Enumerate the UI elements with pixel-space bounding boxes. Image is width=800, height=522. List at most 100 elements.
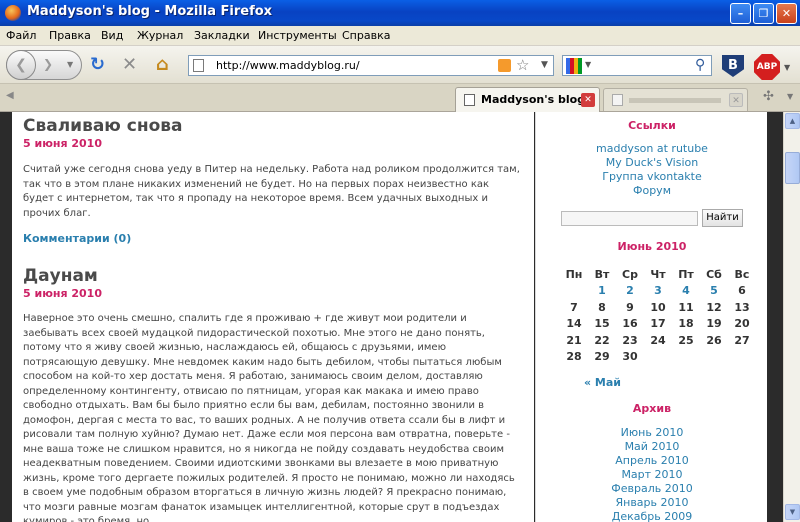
archive-link[interactable]: Февраль 2010 — [536, 482, 767, 496]
adblock-dropdown-icon[interactable]: ▼ — [784, 63, 790, 72]
calendar-day: 29 — [594, 350, 610, 363]
menu-tools[interactable]: Инструменты — [258, 29, 337, 42]
calendar-day: 28 — [566, 350, 582, 363]
prev-month-link[interactable]: « Май — [584, 376, 621, 389]
calendar-day: 10 — [650, 300, 666, 314]
window-titlebar: Maddyson's blog - Mozilla Firefox – ❐ ✕ — [0, 0, 800, 26]
google-icon[interactable] — [566, 58, 582, 74]
menu-bar: Файл Правка Вид Журнал Закладки Инструме… — [0, 26, 800, 46]
page-icon — [612, 94, 623, 106]
post-body: Считай уже сегодня снова уеду в Питер на… — [23, 164, 520, 219]
list-all-tabs-icon[interactable]: ▼ — [787, 92, 793, 101]
links-heading: Ссылки — [628, 119, 676, 132]
post-date: 5 июня 2010 — [23, 137, 102, 150]
tab-loading[interactable]: ✕ — [603, 88, 748, 111]
new-tab-icon[interactable]: ✣ — [763, 89, 774, 104]
bookmark-star-icon[interactable]: ☆ — [516, 56, 529, 74]
calendar-day: 12 — [706, 300, 722, 314]
back-forward-group: ❮ ❯ ▼ — [6, 50, 82, 80]
menu-history[interactable]: Журнал — [137, 29, 183, 42]
magnifier-icon[interactable]: ⚲ — [695, 57, 705, 73]
calendar-day: 17 — [650, 317, 666, 330]
archive-link[interactable]: Май 2010 — [536, 440, 767, 454]
sidebar-link[interactable]: Группа vkontakte — [536, 170, 767, 184]
tab-label: Maddyson's blog — [481, 93, 586, 106]
sidebar-link[interactable]: My Duck's Vision — [536, 156, 767, 170]
close-icon[interactable]: ✕ — [581, 93, 595, 107]
scroll-down-icon[interactable]: ▼ — [785, 504, 800, 520]
tab-bar: ◀ Maddyson's blog ✕ ✕ ✣ ▼ — [0, 84, 800, 112]
blog-sidebar: Ссылки maddyson at rutube My Duck's Visi… — [535, 112, 767, 522]
calendar-day-link[interactable]: 3 — [644, 284, 672, 297]
calendar-day: 23 — [622, 333, 638, 347]
window-title: Maddyson's blog - Mozilla Firefox — [27, 4, 273, 19]
tab-maddysons-blog[interactable]: Maddyson's blog ✕ — [455, 87, 600, 112]
calendar-day-link[interactable]: 5 — [700, 284, 728, 297]
sidebar-link[interactable]: Форум — [536, 184, 767, 198]
page-icon — [464, 94, 475, 106]
calendar-day: 25 — [678, 333, 694, 347]
close-icon[interactable]: ✕ — [729, 93, 743, 107]
calendar-day: 6 — [738, 284, 746, 297]
search-button[interactable]: Найти — [702, 209, 743, 227]
calendar-day: 11 — [678, 300, 694, 314]
url-dropdown-icon[interactable]: ▼ — [541, 60, 548, 70]
stop-icon[interactable]: ✕ — [122, 56, 137, 74]
search-engine-dropdown-icon[interactable]: ▼ — [585, 60, 591, 69]
archive-link[interactable]: Декабрь 2009 — [536, 510, 767, 522]
archive-link[interactable]: Март 2010 — [536, 468, 767, 482]
calendar-day: 22 — [594, 333, 610, 347]
search-bar[interactable]: ▼ ⚲ — [562, 55, 712, 76]
post-title[interactable]: Сваливаю снова — [23, 116, 182, 136]
calendar-day: 27 — [734, 333, 750, 347]
minimize-button[interactable]: – — [730, 3, 751, 24]
vertical-scrollbar[interactable]: ▲ ▼ — [783, 112, 800, 522]
calendar-title: Июнь 2010 — [617, 240, 687, 253]
maximize-button[interactable]: ❐ — [753, 3, 774, 24]
post-body: Наверное это очень смешно, спалить где я… — [23, 313, 515, 522]
adblock-plus-button[interactable]: ABP — [754, 54, 780, 80]
sidebar-link[interactable]: maddyson at rutube — [536, 142, 767, 156]
calendar-day: 26 — [706, 333, 722, 347]
post-title[interactable]: Даунам — [23, 266, 98, 286]
menu-edit[interactable]: Правка — [49, 29, 91, 42]
back-arrow-icon[interactable]: ❮ — [6, 50, 36, 80]
page-viewport: Сваливаю снова 5 июня 2010 Считай уже се… — [0, 112, 783, 522]
vkontakte-extension-button[interactable]: В — [722, 55, 744, 77]
menu-file[interactable]: Файл — [6, 29, 36, 42]
menu-view[interactable]: Вид — [101, 29, 123, 42]
firefox-icon — [5, 5, 21, 21]
calendar-day: 20 — [734, 317, 750, 330]
scrollbar-thumb[interactable] — [785, 152, 800, 184]
calendar-day: 8 — [598, 300, 606, 314]
tab-label-placeholder — [629, 98, 721, 103]
archive-link[interactable]: Январь 2010 — [536, 496, 767, 510]
calendar-day-link[interactable]: 1 — [588, 284, 616, 297]
calendar-day-link[interactable]: 2 — [616, 284, 644, 297]
home-icon[interactable]: ⌂ — [156, 56, 169, 74]
forward-arrow-icon[interactable]: ❯ — [43, 57, 53, 71]
calendar-day: 15 — [594, 317, 610, 330]
menu-bookmarks[interactable]: Закладки — [194, 29, 250, 42]
menu-help[interactable]: Справка — [342, 29, 390, 42]
archive-link[interactable]: Апрель 2010 — [536, 454, 767, 468]
navigation-toolbar: ❮ ❯ ▼ ↻ ✕ ⌂ http://www.maddyblog.ru/ ☆ ▼… — [0, 46, 800, 84]
calendar-day: 14 — [566, 317, 582, 330]
url-text[interactable]: http://www.maddyblog.ru/ — [216, 59, 360, 72]
history-dropdown-icon[interactable]: ▼ — [67, 60, 73, 69]
close-window-button[interactable]: ✕ — [776, 3, 797, 24]
scroll-up-icon[interactable]: ▲ — [785, 113, 800, 129]
url-bar[interactable]: http://www.maddyblog.ru/ ☆ ▼ — [188, 55, 554, 76]
calendar-day-header: Сб — [706, 268, 722, 281]
calendar-day: 18 — [678, 317, 694, 330]
reload-icon[interactable]: ↻ — [90, 56, 105, 74]
tab-scroll-left-icon[interactable]: ◀ — [6, 90, 14, 101]
archive-link[interactable]: Июнь 2010 — [536, 426, 767, 440]
rss-feed-icon[interactable] — [498, 59, 511, 72]
calendar-day-header: Вт — [594, 268, 610, 281]
calendar-day: 30 — [622, 350, 638, 363]
comments-link[interactable]: Комментарии (0) — [23, 232, 131, 245]
page-icon — [193, 59, 204, 72]
search-input[interactable] — [561, 211, 698, 226]
calendar-day-link[interactable]: 4 — [672, 284, 700, 297]
